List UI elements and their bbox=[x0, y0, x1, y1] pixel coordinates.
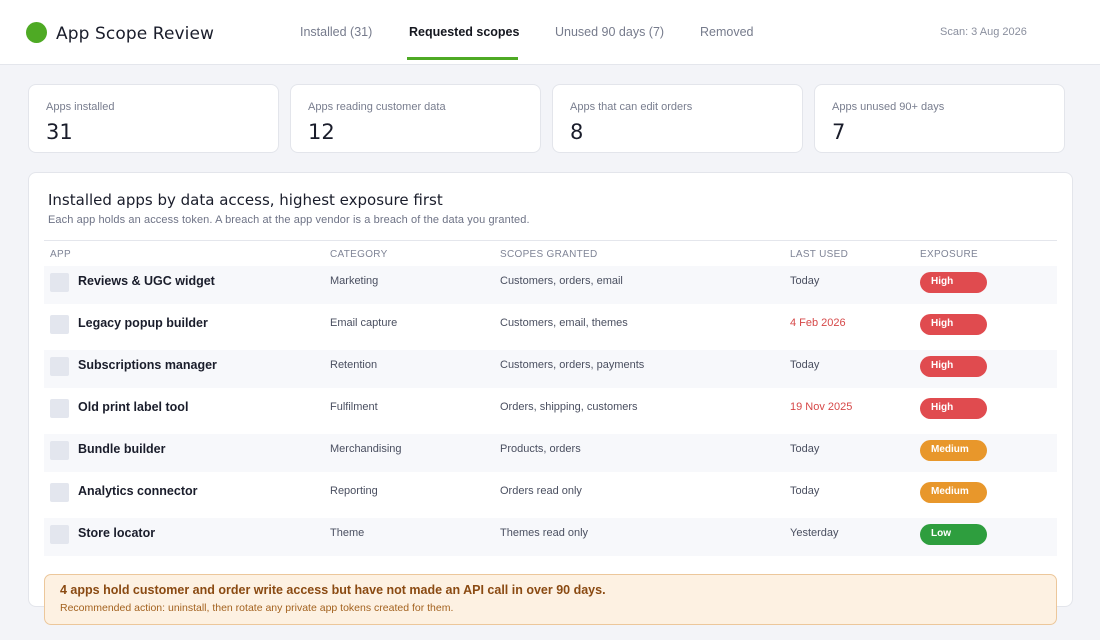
stat-value: 8 bbox=[570, 120, 584, 144]
app-category: Merchandising bbox=[330, 443, 402, 455]
exposure-badge: High bbox=[920, 272, 987, 293]
stat-label: Apps unused 90+ days bbox=[832, 101, 945, 113]
app-name[interactable]: Analytics connector bbox=[78, 484, 197, 498]
tab-removed[interactable]: Removed bbox=[700, 25, 754, 39]
last-used: Today bbox=[790, 275, 820, 287]
app-thumbnail-icon bbox=[50, 483, 69, 502]
table-title: Installed apps by data access, highest e… bbox=[48, 191, 443, 209]
table-row[interactable]: Analytics connector Reporting Orders read … bbox=[44, 476, 1057, 514]
last-used: Yesterday bbox=[790, 527, 839, 539]
scopes-granted: Orders read only bbox=[500, 485, 582, 497]
column-header-scopes[interactable]: SCOPES GRANTED bbox=[500, 249, 598, 260]
scopes-granted: Customers, email, themes bbox=[500, 317, 628, 329]
app-name[interactable]: Store locator bbox=[78, 526, 155, 540]
column-header-category[interactable]: CATEGORY bbox=[330, 249, 388, 260]
column-header-exposure[interactable]: EXPOSURE bbox=[920, 249, 978, 260]
app-category: Theme bbox=[330, 527, 365, 539]
app-logo-icon bbox=[26, 22, 47, 43]
app-name[interactable]: Old print label tool bbox=[78, 400, 188, 414]
column-header-app[interactable]: APP bbox=[50, 249, 71, 260]
stat-label: Apps installed bbox=[46, 101, 115, 113]
app-category: Retention bbox=[330, 359, 378, 371]
stale-access-alert: 4 apps hold customer and order write acc… bbox=[44, 574, 1057, 625]
exposure-badge: High bbox=[920, 356, 987, 377]
scopes-granted: Orders, shipping, customers bbox=[500, 401, 638, 413]
last-used: 19 Nov 2025 bbox=[790, 401, 853, 413]
scopes-granted: Customers, orders, email bbox=[500, 275, 623, 287]
last-used: Today bbox=[790, 485, 820, 497]
tab-unused-90-days[interactable]: Unused 90 days (7) bbox=[555, 25, 664, 39]
table-row[interactable]: Reviews & UGC widget Marketing Customers, … bbox=[44, 266, 1057, 304]
top-bar: App Scope Review Installed (31) Requeste… bbox=[0, 0, 1100, 65]
scopes-granted: Customers, orders, payments bbox=[500, 359, 645, 371]
last-used: Today bbox=[790, 359, 820, 371]
exposure-badge: Medium bbox=[920, 482, 987, 503]
app-thumbnail-icon bbox=[50, 273, 69, 292]
scan-date: Scan: 3 Aug 2026 bbox=[940, 26, 1027, 38]
exposure-badge: High bbox=[920, 314, 987, 335]
app-name[interactable]: Legacy popup builder bbox=[78, 316, 208, 330]
app-category: Marketing bbox=[330, 275, 379, 287]
tab-installed[interactable]: Installed (31) bbox=[300, 25, 372, 39]
stat-value: 7 bbox=[832, 120, 846, 144]
app-name[interactable]: Bundle builder bbox=[78, 442, 166, 456]
app-name[interactable]: Reviews & UGC widget bbox=[78, 274, 215, 288]
tab-requested-scopes[interactable]: Requested scopes bbox=[409, 25, 519, 39]
scopes-granted: Products, orders bbox=[500, 443, 581, 455]
app-title: App Scope Review bbox=[56, 24, 215, 44]
app-thumbnail-icon bbox=[50, 357, 69, 376]
active-tab-indicator bbox=[407, 57, 518, 60]
app-name[interactable]: Subscriptions manager bbox=[78, 358, 217, 372]
stat-card-customer-data: Apps reading customer data 12 bbox=[290, 84, 541, 153]
stat-card-apps-installed: Apps installed 31 bbox=[28, 84, 279, 153]
app-category: Reporting bbox=[330, 485, 378, 497]
stat-card-unused-apps: Apps unused 90+ days 7 bbox=[814, 84, 1065, 153]
app-thumbnail-icon bbox=[50, 399, 69, 418]
stat-card-edit-orders: Apps that can edit orders 8 bbox=[552, 84, 803, 153]
scopes-granted: Themes read only bbox=[500, 527, 589, 539]
table-row[interactable]: Store locator Theme Themes read only Yester… bbox=[44, 518, 1057, 556]
stat-value: 12 bbox=[308, 120, 335, 144]
table-row[interactable]: Old print label tool Fulfilment Orders, sh… bbox=[44, 392, 1057, 430]
app-category: Email capture bbox=[330, 317, 398, 329]
exposure-badge: Medium bbox=[920, 440, 987, 461]
table-row[interactable]: Bundle builder Merchandising Products, ord… bbox=[44, 434, 1057, 472]
table-divider bbox=[44, 240, 1057, 241]
stat-label: Apps reading customer data bbox=[308, 101, 446, 113]
app-category: Fulfilment bbox=[330, 401, 378, 413]
table-row[interactable]: Subscriptions manager Retention Customers,… bbox=[44, 350, 1057, 388]
last-used: Today bbox=[790, 443, 820, 455]
app-thumbnail-icon bbox=[50, 315, 69, 334]
column-header-last-used[interactable]: LAST USED bbox=[790, 249, 848, 260]
alert-body: Recommended action: uninstall, then rota… bbox=[60, 602, 454, 614]
app-thumbnail-icon bbox=[50, 441, 69, 460]
exposure-badge: High bbox=[920, 398, 987, 419]
table-subtitle: Each app holds an access token. A breach… bbox=[48, 214, 530, 226]
app-thumbnail-icon bbox=[50, 525, 69, 544]
stat-value: 31 bbox=[46, 120, 73, 144]
last-used: 4 Feb 2026 bbox=[790, 317, 846, 329]
exposure-badge: Low bbox=[920, 524, 987, 545]
table-row[interactable]: Legacy popup builder Email capture Custome… bbox=[44, 308, 1057, 346]
alert-title: 4 apps hold customer and order write acc… bbox=[60, 583, 606, 597]
stat-label: Apps that can edit orders bbox=[570, 101, 693, 113]
